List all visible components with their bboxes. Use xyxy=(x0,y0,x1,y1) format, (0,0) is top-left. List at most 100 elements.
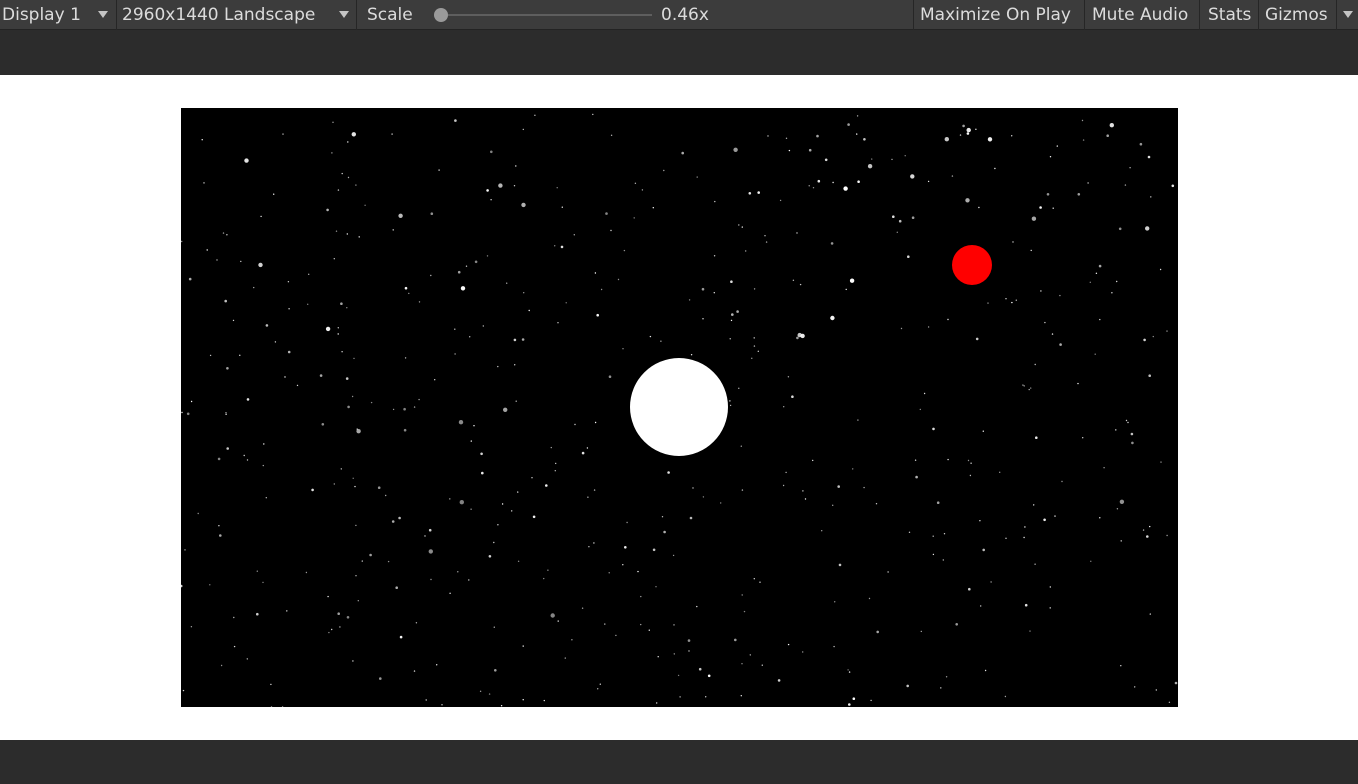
maximize-on-play-toggle[interactable]: Maximize On Play xyxy=(920,0,1071,29)
display-dropdown[interactable]: Display 1 xyxy=(2,0,81,29)
star xyxy=(696,605,698,608)
scale-slider-thumb-icon[interactable] xyxy=(433,8,448,22)
star xyxy=(1131,441,1134,445)
star xyxy=(847,669,849,671)
separator xyxy=(1336,0,1337,30)
star xyxy=(648,629,650,631)
star xyxy=(767,135,769,137)
star xyxy=(430,578,432,581)
star xyxy=(663,169,665,172)
star xyxy=(523,292,525,294)
star xyxy=(1090,560,1092,562)
star xyxy=(701,287,705,291)
star xyxy=(308,273,310,275)
star xyxy=(428,528,432,532)
star xyxy=(870,699,872,702)
star xyxy=(408,292,410,295)
star xyxy=(1152,335,1154,338)
resolution-dropdown[interactable]: 2960x1440 Landscape xyxy=(122,0,315,29)
separator xyxy=(1199,0,1200,30)
star xyxy=(457,270,461,274)
star xyxy=(286,610,288,612)
star xyxy=(459,500,464,505)
star xyxy=(663,530,666,534)
star xyxy=(749,654,751,656)
star xyxy=(626,521,628,524)
mute-audio-toggle[interactable]: Mute Audio xyxy=(1092,0,1188,29)
star xyxy=(1168,701,1171,703)
star xyxy=(838,563,842,567)
star xyxy=(493,626,495,628)
star xyxy=(622,348,624,350)
star xyxy=(232,319,235,322)
star xyxy=(555,462,557,465)
star xyxy=(968,587,971,591)
gizmos-toggle[interactable]: Gizmos xyxy=(1265,0,1328,29)
star xyxy=(966,132,970,135)
star xyxy=(734,638,737,642)
star xyxy=(482,325,484,327)
star xyxy=(714,200,716,203)
star xyxy=(600,288,603,291)
star xyxy=(593,542,595,544)
star xyxy=(340,302,343,305)
star xyxy=(1118,227,1122,231)
star xyxy=(556,187,558,189)
star xyxy=(352,660,354,662)
gizmos-caret-icon[interactable] xyxy=(1343,11,1353,18)
star xyxy=(1146,535,1149,538)
star xyxy=(418,398,420,401)
star xyxy=(994,167,996,170)
star xyxy=(785,471,787,474)
star xyxy=(1033,504,1035,506)
star xyxy=(490,199,492,201)
star xyxy=(1022,384,1024,386)
star xyxy=(201,139,203,141)
star xyxy=(488,693,491,695)
star xyxy=(545,484,548,487)
star xyxy=(274,341,277,343)
star xyxy=(339,626,341,628)
star xyxy=(843,186,848,191)
game-view-render[interactable] xyxy=(181,108,1178,707)
star xyxy=(1119,499,1125,504)
display-caret-icon[interactable] xyxy=(98,11,108,18)
star xyxy=(352,477,354,479)
stats-toggle[interactable]: Stats xyxy=(1208,0,1251,29)
star xyxy=(517,491,519,493)
star xyxy=(398,213,403,218)
star xyxy=(812,459,814,462)
star xyxy=(263,443,265,445)
star xyxy=(347,141,349,143)
star xyxy=(764,235,766,237)
star xyxy=(729,404,732,407)
star xyxy=(1120,665,1122,667)
star xyxy=(741,226,743,228)
star xyxy=(788,149,791,152)
star xyxy=(253,286,255,289)
star xyxy=(1089,281,1091,283)
star xyxy=(713,255,716,257)
star xyxy=(1166,534,1168,537)
star xyxy=(331,152,333,154)
star xyxy=(848,703,851,706)
star xyxy=(848,671,851,673)
star xyxy=(337,612,340,615)
resolution-caret-icon[interactable] xyxy=(339,11,349,18)
star xyxy=(1015,299,1017,301)
star xyxy=(817,179,821,183)
star xyxy=(641,189,644,191)
star xyxy=(681,151,684,155)
star xyxy=(273,193,275,195)
star xyxy=(246,658,248,660)
star xyxy=(265,497,267,499)
star xyxy=(351,132,356,137)
star xyxy=(757,191,760,194)
star xyxy=(753,337,755,339)
scale-slider-track[interactable] xyxy=(434,14,652,16)
star xyxy=(1023,385,1025,387)
star xyxy=(188,277,192,281)
star xyxy=(347,176,350,179)
star xyxy=(1039,206,1042,209)
star xyxy=(470,440,472,442)
